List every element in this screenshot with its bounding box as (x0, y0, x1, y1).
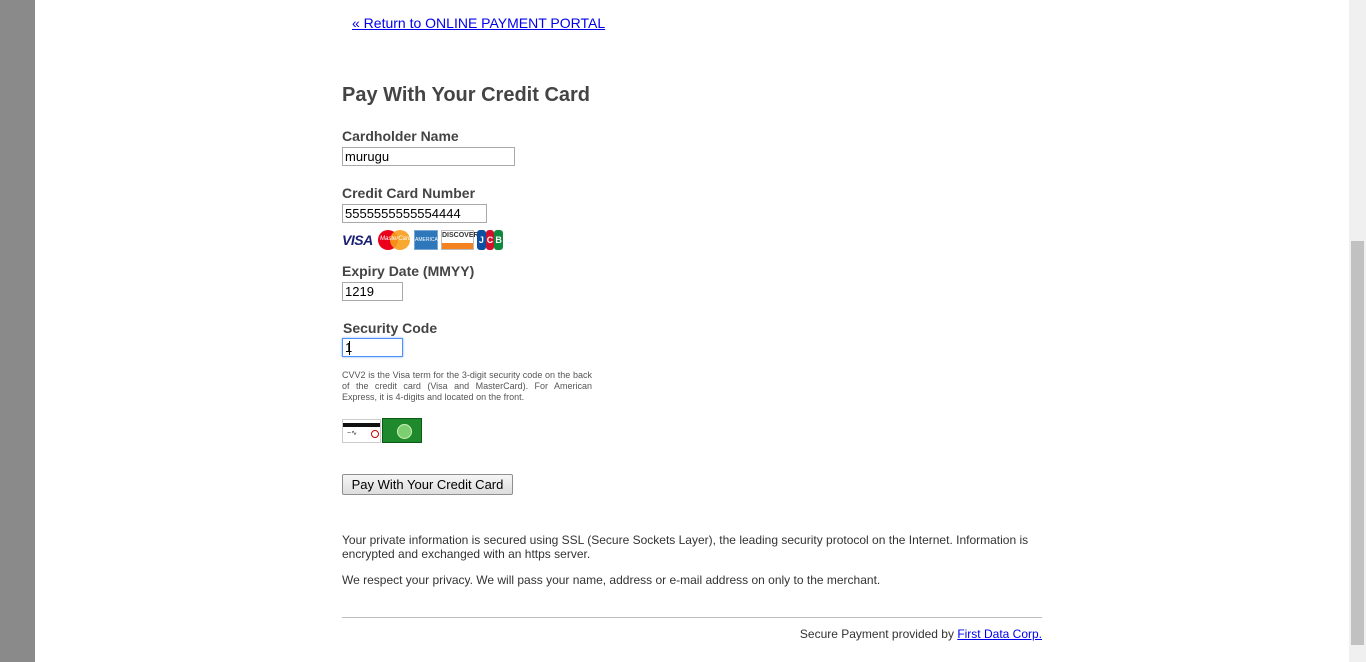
security-code-label: Security Code (343, 320, 438, 336)
mastercard-logo-text: MasterCard (380, 236, 412, 242)
vertical-scrollbar-thumb[interactable] (1351, 241, 1364, 645)
cardholder-name-input[interactable] (342, 147, 515, 166)
pay-with-credit-card-button[interactable]: Pay With Your Credit Card (342, 474, 513, 495)
privacy-notice: We respect your privacy. We will pass yo… (342, 573, 881, 587)
discover-logo: DISCOVER (441, 230, 479, 250)
cardholder-name-label: Cardholder Name (342, 128, 459, 144)
security-code-input[interactable] (342, 338, 403, 357)
jcb-logo-j: J (477, 230, 486, 250)
page-title: Pay With Your Credit Card (342, 84, 591, 106)
card-number-label: Credit Card Number (342, 185, 476, 201)
jcb-logo-b: B (494, 230, 504, 250)
page-content (35, 0, 1349, 662)
cvv-help-text: CVV2 is the Visa term for the 3-digit se… (342, 370, 592, 402)
amex-front-cvv-illustration (382, 418, 422, 443)
card-back-cvv-illustration: ~∿ (342, 419, 381, 443)
footer-divider (342, 617, 1042, 618)
visa-logo: VISA (342, 232, 373, 248)
discover-logo-text: DISCOVER (442, 232, 479, 239)
amex-logo: AMERICAN EXPRESS (414, 230, 441, 261)
text-cursor (349, 341, 350, 355)
card-number-input[interactable] (342, 204, 487, 223)
first-data-link[interactable]: First Data Corp. (957, 627, 1042, 641)
jcb-logo-c: C (485, 230, 495, 250)
jcb-logo: J C B (477, 230, 504, 250)
return-to-portal-link[interactable]: « Return to ONLINE PAYMENT PORTAL (352, 15, 605, 31)
expiry-date-input[interactable] (342, 282, 403, 301)
ssl-security-notice: Your private information is secured usin… (342, 533, 1029, 561)
expiry-date-label: Expiry Date (MMYY) (342, 263, 475, 279)
footer: Secure Payment provided by First Data Co… (342, 627, 1042, 641)
footer-text: Secure Payment provided by (799, 627, 958, 641)
mastercard-logo: MasterCard (378, 230, 412, 250)
